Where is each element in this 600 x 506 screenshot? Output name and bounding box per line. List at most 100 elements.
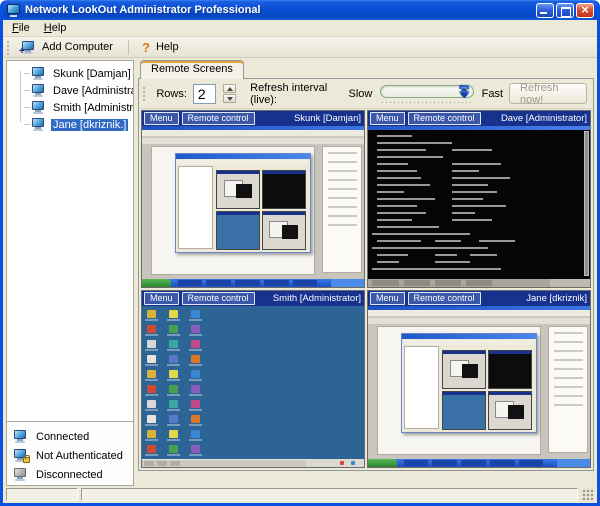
thumbnail-decor <box>235 280 259 286</box>
remote-screen-thumbnail[interactable] <box>142 126 364 287</box>
tab-strip: Remote Screens <box>138 60 594 78</box>
thumbnail-decor <box>557 459 590 467</box>
refresh-interval-slider[interactable] <box>380 84 473 104</box>
thumbnail-decor <box>372 233 470 235</box>
thumbnail-decor <box>377 198 435 200</box>
help-button[interactable]: ? Help <box>135 38 188 57</box>
thumbnail-decor <box>191 400 200 408</box>
screen-menu-button[interactable]: Menu <box>370 292 405 305</box>
rows-stepper <box>223 84 236 103</box>
thumbnail-decor <box>442 391 486 430</box>
thumbnail-decor <box>178 280 202 286</box>
thumbnail-decor <box>452 219 492 221</box>
thumbnail-decor <box>157 461 167 466</box>
slider-ticks <box>382 102 471 103</box>
add-computer-button[interactable]: + Add Computer <box>15 39 122 56</box>
maximize-button[interactable] <box>556 3 574 18</box>
thumbnail-decor <box>435 240 462 242</box>
tree-item-smith[interactable]: Smith [Administrator] <box>11 99 133 116</box>
thumbnail-decor <box>377 191 404 193</box>
rows-down-button[interactable] <box>223 94 236 103</box>
remote-control-button[interactable]: Remote control <box>408 112 481 125</box>
tree-item-label: Jane [dkriznik.] <box>51 119 128 131</box>
resize-grip[interactable] <box>581 488 594 501</box>
thumbnail-decor <box>144 461 154 466</box>
legend-not-authenticated: Not Authenticated <box>13 446 133 465</box>
screen-panel-skunk: Menu Remote control Skunk [Damjan] <box>141 110 365 288</box>
thumbnail-decor <box>189 349 202 351</box>
thumbnail-decor <box>167 409 180 411</box>
minimize-button[interactable] <box>536 3 554 18</box>
screen-menu-button[interactable]: Menu <box>144 112 179 125</box>
remote-screen-thumbnail[interactable] <box>142 306 364 467</box>
screen-header: Menu Remote control Dave [Administrator] <box>368 111 590 126</box>
toolbar-grip[interactable] <box>6 40 11 55</box>
close-button[interactable] <box>576 3 594 18</box>
thumbnail-decor <box>169 310 178 318</box>
tab-remote-screens[interactable]: Remote Screens <box>140 60 244 79</box>
thumbnail-decor <box>489 351 531 354</box>
help-icon: ? <box>141 40 151 55</box>
legend-label: Disconnected <box>36 469 103 481</box>
status-legend: Connected Not Authenticated Disconnected <box>7 421 133 485</box>
thumbnail-decor <box>147 445 156 453</box>
screen-menu-button[interactable]: Menu <box>370 112 405 125</box>
rows-input[interactable]: 2 <box>193 84 216 104</box>
tree-item-dave[interactable]: Dave [Administrator] <box>11 82 133 99</box>
statusbar <box>3 486 597 503</box>
thumbnail-decor <box>191 310 200 318</box>
remote-screen-thumbnail[interactable] <box>368 306 590 467</box>
toolbar-separator <box>128 40 129 55</box>
remote-control-button[interactable]: Remote control <box>182 292 255 305</box>
remote-screens-panel: Rows: 2 Refresh interval (live): Slow Fa… <box>138 78 594 471</box>
thumbnail-decor <box>167 379 180 381</box>
thumbnail-decor <box>178 160 307 165</box>
thumbnail-decor <box>548 326 588 453</box>
thumbnail-decor <box>452 184 488 186</box>
remote-control-button[interactable]: Remote control <box>408 292 481 305</box>
thumbnail-decor <box>377 177 421 179</box>
tree-item-jane[interactable]: Jane [dkriznik.] <box>11 116 133 133</box>
remote-screen-thumbnail[interactable] <box>368 126 590 287</box>
thumbnail-decor <box>147 400 156 408</box>
thumbnail-decor <box>404 340 533 345</box>
toolbar: + Add Computer ? Help <box>3 37 597 58</box>
thumbnail-decor <box>328 188 357 190</box>
screen-name: Smith [Administrator] <box>258 293 361 304</box>
screen-menu-button[interactable]: Menu <box>144 292 179 305</box>
thumbnail-decor <box>206 280 230 286</box>
thumbnail-decor <box>519 460 543 466</box>
remote-control-button[interactable]: Remote control <box>182 112 255 125</box>
thumbnail-decor <box>452 205 505 207</box>
controls-grip[interactable] <box>142 86 146 101</box>
thumbnail-decor <box>189 394 202 396</box>
thumbnail-decor <box>328 197 357 199</box>
thumbnail-decor <box>554 377 583 379</box>
status-cell-left <box>6 488 78 501</box>
screen-panel-dave: Menu Remote control Dave [Administrator] <box>367 110 591 288</box>
thumbnail-decor <box>488 350 532 389</box>
rows-up-button[interactable] <box>223 84 236 93</box>
thumbnail-decor <box>470 254 497 256</box>
thumbnail-decor <box>554 332 583 334</box>
thumbnail-decor <box>264 280 288 286</box>
thumbnail-decor <box>169 385 178 393</box>
thumbnail-decor <box>142 130 364 137</box>
tree-item-label: Skunk [Damjan] <box>51 68 133 80</box>
menu-help[interactable]: Help <box>37 21 74 36</box>
thumbnail-decor <box>189 379 202 381</box>
thumbnail-decor <box>377 261 399 263</box>
thumbnail-decor <box>328 161 357 163</box>
add-computer-icon: + <box>21 41 37 54</box>
thumbnail-decor <box>189 319 202 321</box>
thumbnail-decor <box>189 439 202 441</box>
thumbnail-decor <box>328 206 357 208</box>
computer-tree: Skunk [Damjan] Dave [Administrator] Smit… <box>7 61 133 421</box>
titlebar[interactable]: Network LookOut Administrator Profession… <box>3 0 597 20</box>
thumbnail-decor <box>377 226 439 228</box>
thumbnail-decor <box>167 364 180 366</box>
menu-file[interactable]: File <box>5 21 37 36</box>
thumbnail-decor <box>452 149 492 151</box>
refresh-now-button[interactable]: Refresh now! <box>509 83 587 104</box>
tree-item-skunk[interactable]: Skunk [Damjan] <box>11 65 133 82</box>
